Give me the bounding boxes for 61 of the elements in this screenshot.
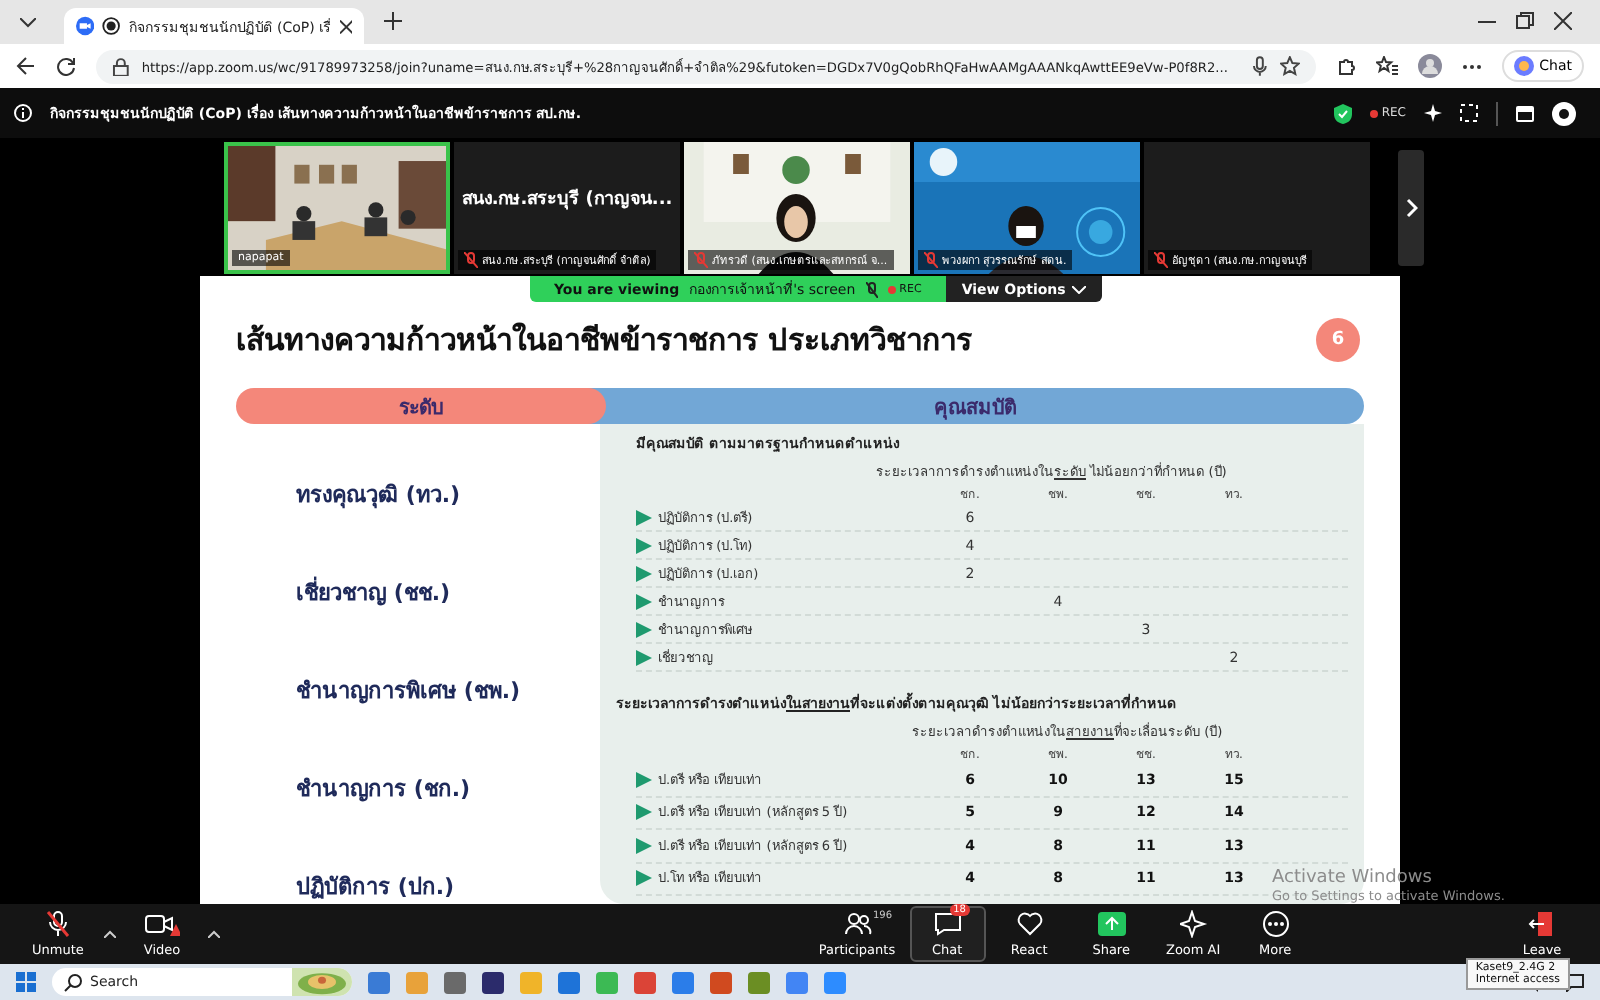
triangle-bullet-icon (636, 649, 652, 665)
share-icon (1097, 912, 1126, 936)
reload-icon[interactable] (56, 56, 76, 76)
chat-icon (933, 912, 962, 936)
shield-check-icon (1333, 103, 1352, 123)
caret-icon[interactable] (104, 930, 116, 938)
triangle-bullet-icon (636, 837, 652, 854)
exit-door-icon (1528, 910, 1556, 938)
microphone-icon (1251, 56, 1268, 76)
caret-icon (1071, 285, 1086, 293)
slide-title: เส้นทางความก้าวหน้าในอาชีพข้าราชการ ประเภทวิชาการ (236, 320, 973, 362)
video-camera-icon (76, 16, 95, 36)
swirl-icon (1513, 56, 1534, 76)
restore-icon[interactable] (1516, 12, 1534, 30)
column-header: ระดับ (236, 388, 606, 424)
back-icon[interactable] (16, 56, 36, 76)
muted-mic-icon (865, 281, 878, 297)
sparkle-icon[interactable] (1424, 104, 1442, 122)
more-icon[interactable] (1461, 63, 1482, 69)
zoom-avatar-icon[interactable] (1552, 101, 1576, 125)
sparkle-icon (1179, 910, 1208, 938)
windows-logo-icon[interactable] (16, 972, 36, 992)
level-label: ทรงคุณวุฒิ (ทว.) (296, 480, 463, 512)
site-info-icon (112, 57, 130, 75)
search-icon (64, 973, 82, 991)
chevron-right-icon (1405, 197, 1417, 217)
triangle-bullet-icon (636, 593, 652, 609)
favorites-icon[interactable] (1375, 56, 1398, 76)
window-icon[interactable] (1516, 105, 1534, 121)
extension-icon[interactable] (1335, 56, 1356, 76)
triangle-bullet-icon (636, 771, 652, 788)
caret-icon[interactable] (208, 930, 220, 938)
level-label: ชำนาญการพิเศษ (ชพ.) (296, 676, 523, 708)
next-page-button[interactable] (1398, 149, 1424, 265)
triangle-bullet-icon (636, 804, 652, 821)
triangle-bullet-icon (636, 565, 652, 581)
triangle-bullet-icon (636, 509, 652, 525)
level-label: เชี่ยวชาญ (ชช.) (296, 574, 453, 610)
participant-display-name: สนง.กษ.สระบุรี (กาญจน... (461, 186, 673, 211)
recording-icon (102, 16, 121, 36)
page-number: 6 (1316, 318, 1360, 362)
level-label: ชำนาญการ (ชก.) (296, 774, 473, 806)
triangle-bullet-icon (636, 621, 652, 637)
people-icon (843, 912, 871, 936)
video-off-icon (144, 910, 180, 938)
new-tab-icon[interactable] (384, 12, 402, 30)
avatar-icon[interactable] (1417, 54, 1442, 78)
star-icon[interactable] (1279, 56, 1300, 76)
app-icon[interactable] (444, 971, 466, 993)
level-label: ปฏิบัติการ (ปก.) (296, 872, 457, 904)
more-icon (1261, 910, 1290, 938)
triangle-bullet-icon (636, 537, 652, 553)
heart-icon (1015, 912, 1044, 936)
app-icon[interactable] (482, 971, 504, 993)
triangle-bullet-icon (636, 870, 652, 887)
info-icon[interactable] (14, 104, 32, 122)
close-icon[interactable] (1554, 12, 1572, 30)
close-icon[interactable] (339, 19, 352, 33)
muted-mic-icon (44, 910, 72, 938)
caret-icon (20, 17, 36, 27)
layout-icon[interactable] (1460, 104, 1478, 122)
